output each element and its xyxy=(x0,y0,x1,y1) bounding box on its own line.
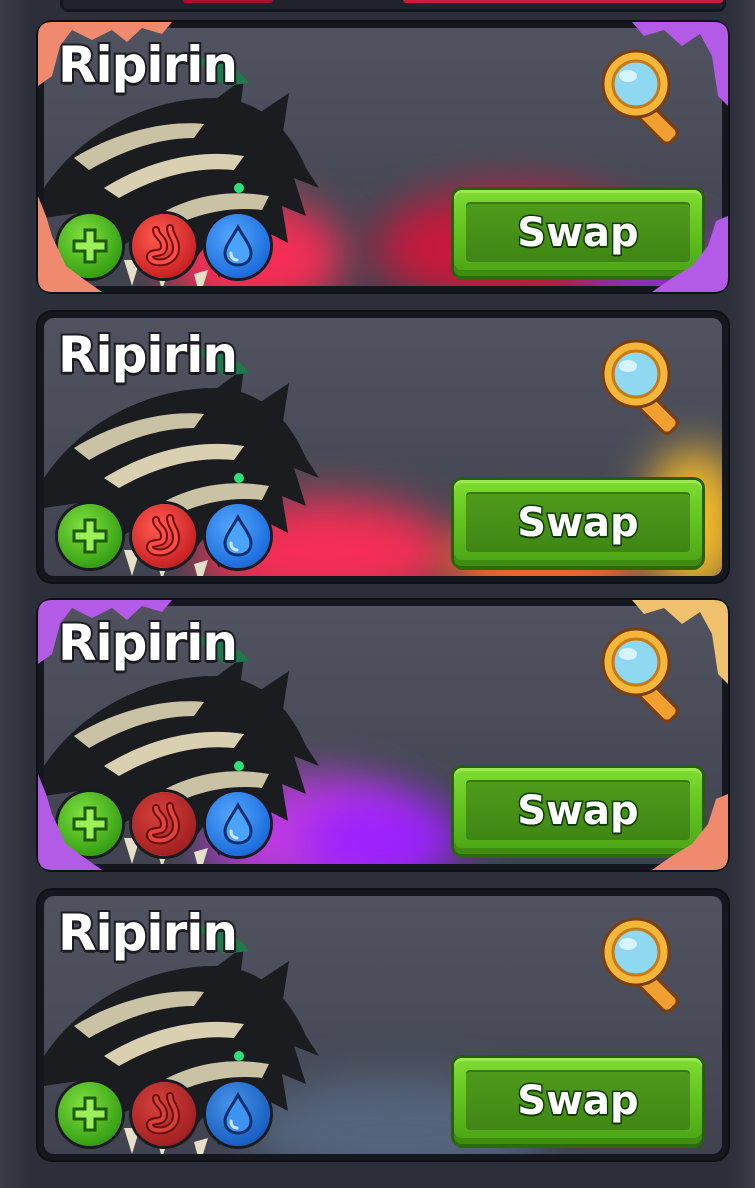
water-drop-icon xyxy=(206,504,270,568)
plus-icon xyxy=(58,214,122,278)
creature-card[interactable]: Ripirin Swap xyxy=(38,22,728,292)
magnifying-glass-icon[interactable] xyxy=(592,42,696,146)
swap-button[interactable]: Swap xyxy=(454,480,702,566)
status-indicators xyxy=(58,504,270,568)
magnifying-glass-icon[interactable] xyxy=(592,910,696,1014)
creature-name: Ripirin xyxy=(56,904,240,962)
swap-button-label: Swap xyxy=(516,209,640,258)
creature-list-panel: Ripirin Swap Ripirin Swap Ripirin Swap R… xyxy=(0,0,755,1188)
creature-name: Ripirin xyxy=(56,614,240,672)
plus-icon xyxy=(58,792,122,856)
status-indicators xyxy=(58,1082,270,1146)
status-indicators xyxy=(58,214,270,278)
stomach-icon xyxy=(132,214,196,278)
creature-card[interactable]: Ripirin Swap xyxy=(38,600,728,870)
water-drop-icon xyxy=(206,792,270,856)
creature-card[interactable]: Ripirin Swap xyxy=(38,890,728,1160)
swap-button-label: Swap xyxy=(516,499,640,548)
stomach-icon xyxy=(132,1082,196,1146)
stomach-icon xyxy=(132,792,196,856)
previous-card-edge xyxy=(60,0,726,12)
creature-card[interactable]: Ripirin Swap xyxy=(38,312,728,582)
swap-button[interactable]: Swap xyxy=(454,768,702,854)
stomach-icon xyxy=(132,504,196,568)
magnifying-glass-icon[interactable] xyxy=(592,620,696,724)
magnifying-glass-icon[interactable] xyxy=(592,332,696,436)
status-indicators xyxy=(58,792,270,856)
plus-icon xyxy=(58,504,122,568)
swap-button-label: Swap xyxy=(516,1077,640,1126)
creature-name: Ripirin xyxy=(56,36,240,94)
water-drop-icon xyxy=(206,214,270,278)
creature-name: Ripirin xyxy=(56,326,240,384)
swap-button-label: Swap xyxy=(516,787,640,836)
water-drop-icon xyxy=(206,1082,270,1146)
swap-button[interactable]: Swap xyxy=(454,1058,702,1144)
plus-icon xyxy=(58,1082,122,1146)
swap-button[interactable]: Swap xyxy=(454,190,702,276)
